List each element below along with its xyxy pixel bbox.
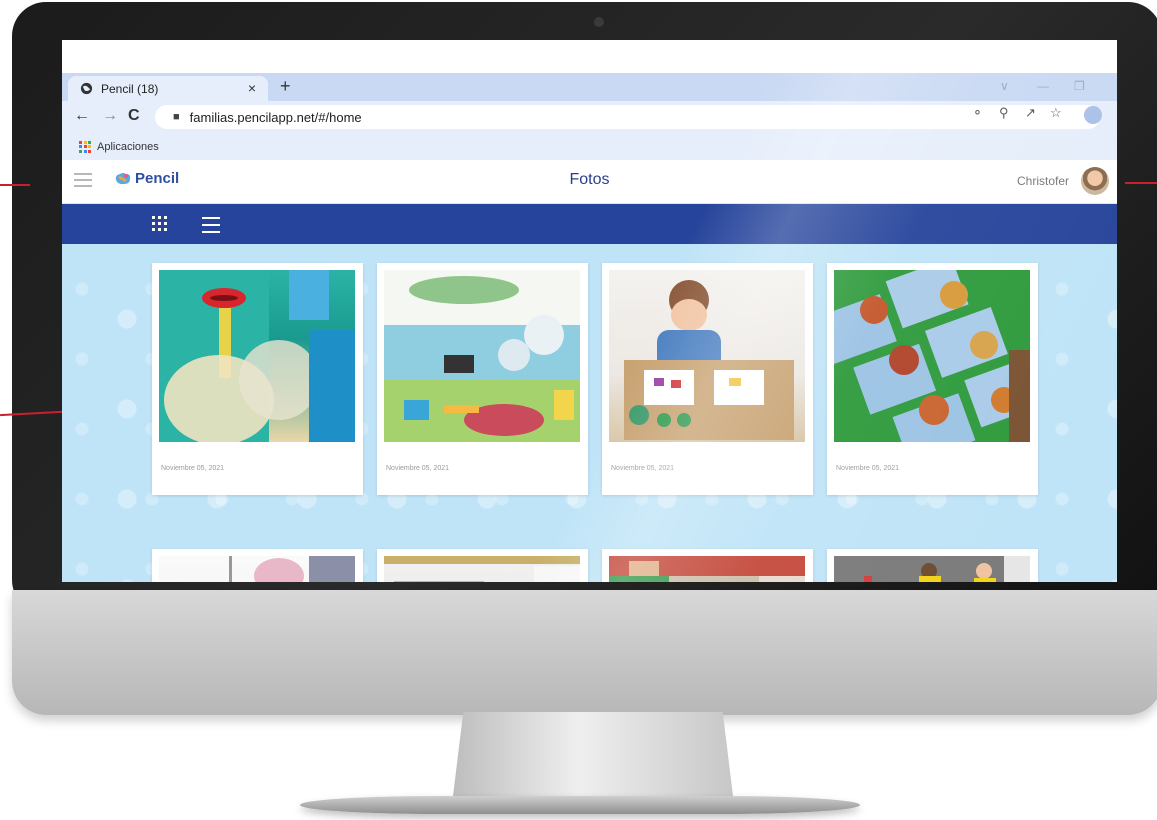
photo-date: Noviembre 05, 2021 [611,465,675,472]
photo-thumbnail[interactable] [609,270,805,442]
screen: Pencil (18) × + ∨ — ❐ ← → C ■ familias.p… [62,40,1117,582]
photo-thumbnail[interactable] [384,270,580,442]
user-name[interactable]: Christofer [1017,174,1069,188]
photo-card[interactable]: Noviembre 05, 2021 [602,263,813,495]
photo-thumbnail[interactable] [834,556,1030,582]
photo-thumbnail[interactable] [159,556,355,582]
lock-icon: ■ [173,111,180,123]
camera-dot [594,17,604,27]
browser-toolbar: ← → C ■ familias.pencilapp.net/#/home ⚬ … [62,101,1117,133]
photo-date: Noviembre 05, 2021 [386,465,450,472]
photo-gallery: Noviembre 05, 2021 Noviembre 05, 2021 No… [62,244,1117,582]
grid-view-icon[interactable] [152,216,167,231]
photo-card[interactable] [152,549,363,582]
photo-thumbnail[interactable] [609,556,805,582]
photo-thumbnail[interactable] [834,270,1030,442]
globe-icon [80,82,93,95]
app-header: Pencil Fotos Christofer [62,160,1117,204]
avatar[interactable] [1081,167,1109,195]
new-tab-button[interactable]: + [280,76,291,97]
photo-card[interactable] [827,549,1038,582]
tab-title: Pencil (18) [101,81,159,96]
bookmark-aplicaciones[interactable]: Aplicaciones [97,141,159,153]
page-title: Fotos [569,171,610,188]
bookmarks-bar: Aplicaciones [62,133,1117,161]
photo-thumbnail[interactable] [159,270,355,442]
restore-icon[interactable]: ❐ [1074,79,1085,93]
photo-date: Noviembre 05, 2021 [836,465,900,472]
photo-date: Noviembre 05, 2021 [161,465,225,472]
photo-card[interactable] [602,549,813,582]
photo-card[interactable]: Noviembre 05, 2021 [827,263,1038,495]
address-bar[interactable]: ■ familias.pencilapp.net/#/home [155,105,1100,129]
photo-card[interactable]: Noviembre 05, 2021 [377,263,588,495]
zoom-icon[interactable]: ⚲ [999,105,1009,121]
photo-card[interactable]: Noviembre 05, 2021 [152,263,363,495]
list-view-icon[interactable] [202,217,220,238]
tab-close-icon[interactable]: × [248,80,256,96]
minimize-icon[interactable]: — [1037,79,1049,93]
key-icon[interactable]: ⚬ [972,105,983,121]
monitor-base [300,796,860,814]
photo-thumbnail[interactable] [384,556,580,582]
star-icon[interactable]: ☆ [1050,105,1062,121]
profile-icon[interactable] [1084,106,1102,124]
callout-line-left-top [0,184,30,186]
share-icon[interactable]: ↗ [1025,105,1036,121]
browser-tab[interactable]: Pencil (18) × [68,76,268,101]
callout-line-right [1125,182,1157,184]
browser-tab-strip: Pencil (18) × + ∨ — ❐ [62,73,1117,101]
forward-arrow-icon[interactable]: → [102,107,118,125]
chevron-down-icon[interactable]: ∨ [1000,79,1009,93]
photo-card[interactable] [377,549,588,582]
view-toolbar [62,204,1117,244]
monitor-chin [12,590,1157,715]
address-url: familias.pencilapp.net/#/home [189,109,362,125]
reload-icon[interactable]: C [128,107,140,125]
back-arrow-icon[interactable]: ← [74,107,90,125]
apps-grid-icon[interactable] [79,140,91,153]
monitor-stand [452,712,734,804]
